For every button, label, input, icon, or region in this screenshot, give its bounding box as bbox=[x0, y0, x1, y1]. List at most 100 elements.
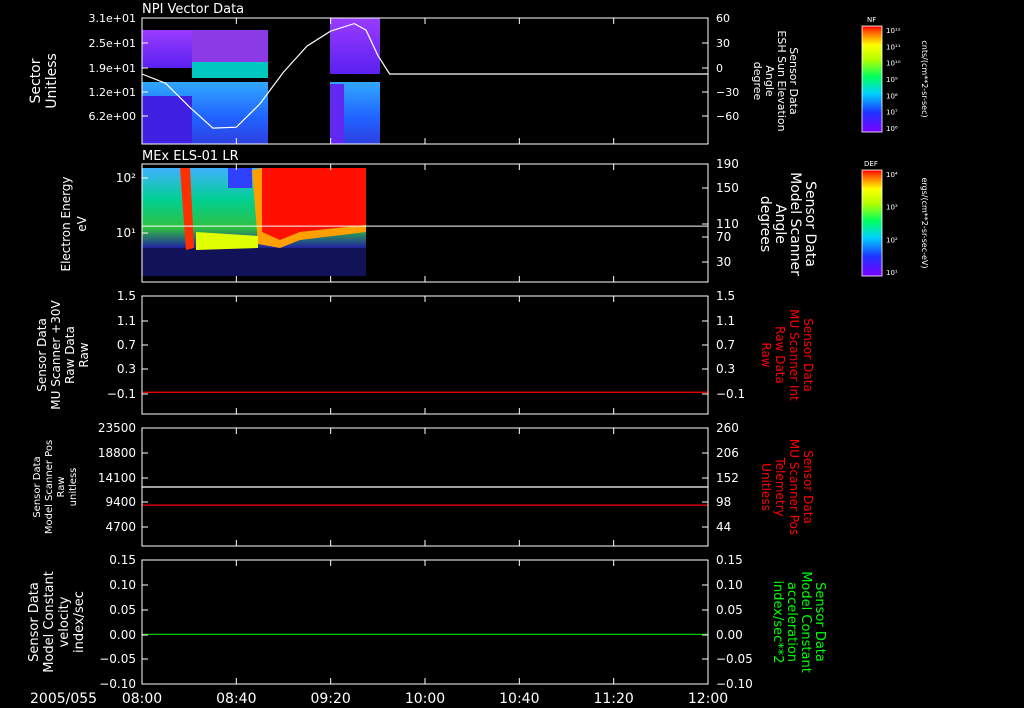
p3-rlabel-3: Raw Data bbox=[773, 326, 787, 384]
p5-rlabel-1: Sensor Data bbox=[812, 582, 827, 662]
els-rlabel-2: Model Scanner bbox=[787, 172, 803, 276]
time-tick-label: 10:40 bbox=[499, 691, 539, 707]
time-tick-label: 08:40 bbox=[216, 691, 256, 707]
time-tick-label: 11:20 bbox=[593, 691, 633, 707]
p3-ylabel-1: Sensor Data bbox=[35, 318, 49, 392]
p3-rlabel-4: Raw bbox=[759, 342, 773, 367]
npi-block2-bot-left bbox=[330, 84, 344, 144]
left-tick-label: 0.10 bbox=[109, 578, 136, 592]
p5-ylabel-4: index/sec bbox=[72, 591, 87, 653]
p5-rlabel-4: index/sec**2 bbox=[770, 580, 785, 663]
left-tick-label: 4700 bbox=[105, 520, 136, 534]
els-ylabel-1: Electron Energy bbox=[59, 176, 73, 271]
p5-rlabel-3: acceleration bbox=[784, 582, 799, 662]
p4-rlabel-3: Telemetry bbox=[773, 456, 787, 516]
panel-scanner-pos: 23500 18800 14100 9400 4700 260 206 152 98 44 Se… bbox=[32, 421, 815, 547]
right-tick-label: 30 bbox=[716, 255, 731, 269]
left-tick-label: 1.9e+01 bbox=[89, 62, 136, 75]
time-tick-label: 09:20 bbox=[310, 691, 350, 707]
left-tick-label: −0.1 bbox=[107, 387, 136, 401]
colorbar-tick-label: 10³ bbox=[886, 204, 898, 212]
p3-ylabel-2: MU Scanner +30V bbox=[49, 300, 63, 410]
time-tick-label: 12:00 bbox=[688, 691, 728, 707]
right-tick-label: 150 bbox=[716, 181, 739, 195]
right-tick-label: 60 bbox=[716, 12, 730, 25]
time-tick-label: 08:00 bbox=[122, 691, 162, 707]
right-tick-label: −60 bbox=[716, 110, 739, 123]
p5-rlabel-2: Model Constant bbox=[798, 571, 813, 673]
space-physics-figure: NPI Vector Data 3.1e+01 2.5e+01 1.9e+01 1.2… bbox=[27, 2, 929, 707]
npi-left-ticks: 3.1e+01 2.5e+01 1.9e+01 1.2e+01 6.2e+00 bbox=[89, 12, 148, 123]
colorbar-nf-label: NF bbox=[867, 16, 876, 24]
npi-block-top-left bbox=[142, 30, 192, 68]
right-tick-label: 152 bbox=[716, 471, 739, 485]
left-tick-label: 10² bbox=[116, 171, 136, 185]
p5-ylabel-3: velocity bbox=[57, 596, 72, 647]
colorbar-def-label: DEF bbox=[864, 160, 878, 168]
right-tick-label: 30 bbox=[716, 37, 730, 50]
colorbar-tick-label: 10⁸ bbox=[886, 92, 898, 100]
npi-ylabel-1: Sector bbox=[28, 58, 44, 103]
p4-rlabel-4: Unitless bbox=[759, 463, 773, 511]
p4-ylabel-1: Sensor Data bbox=[32, 456, 43, 517]
right-tick-label: 98 bbox=[716, 495, 731, 509]
p3-ylabel-3: Raw Data bbox=[63, 326, 77, 384]
p3-ylabel-4: Raw bbox=[77, 342, 91, 367]
p5-ylabel-1: Sensor Data bbox=[27, 582, 42, 662]
colorbar-nf: NF 10¹² 10¹¹ 10¹⁰ 10⁹ 10⁸ 10⁷ 10⁶ cnts/(cm**2-… bbox=[861, 16, 929, 133]
right-tick-label: 70 bbox=[716, 230, 731, 244]
left-tick-label: 0.15 bbox=[109, 553, 136, 567]
right-tick-label: 0.7 bbox=[716, 338, 735, 352]
p4-rlabel-2: MU Scanner Pos bbox=[787, 439, 801, 535]
right-tick-label: −0.05 bbox=[716, 652, 753, 666]
npi-rlabel-4: degree bbox=[751, 62, 764, 101]
colorbar-nf-units: cnts/(cm**2-sr-sec) bbox=[920, 40, 929, 117]
colorbar-def-ticks: 10⁴ 10³ 10² 10¹ bbox=[886, 171, 898, 277]
right-tick-label: 0.3 bbox=[716, 362, 735, 376]
left-tick-label: −0.10 bbox=[99, 677, 136, 691]
panel-npi: NPI Vector Data 3.1e+01 2.5e+01 1.9e+01 1.2… bbox=[28, 2, 800, 145]
npi-block2-top bbox=[330, 18, 380, 74]
right-tick-label: 0.00 bbox=[716, 628, 743, 642]
els-rlabel-1: Sensor Data bbox=[802, 181, 818, 267]
colorbar-tick-label: 10⁶ bbox=[886, 125, 898, 133]
els-low-energy-fringe bbox=[142, 248, 366, 276]
left-tick-label: 0.3 bbox=[117, 362, 136, 376]
colorbar-tick-label: 10¹¹ bbox=[886, 43, 901, 51]
p4-rlabel-1: Sensor Data bbox=[801, 450, 815, 524]
left-tick-label: 0.7 bbox=[117, 338, 136, 352]
panel-els: MEx ELS-01 LR 10² 10¹ 190 150 11070 30 Elect… bbox=[59, 149, 818, 283]
p4-ylabel-4: unitless bbox=[68, 468, 79, 507]
els-ylabel-2: eV bbox=[75, 215, 89, 231]
left-tick-label: 0.05 bbox=[109, 603, 136, 617]
left-tick-label: 2.5e+01 bbox=[89, 37, 136, 50]
right-tick-label: −0.1 bbox=[716, 387, 745, 401]
right-tick-label: 0 bbox=[716, 62, 723, 75]
p4-ylabel-3: Raw bbox=[56, 476, 67, 497]
left-tick-label: 1.1 bbox=[117, 314, 136, 328]
npi-block-top-right bbox=[192, 30, 268, 66]
left-tick-label: 3.1e+01 bbox=[89, 12, 136, 25]
right-tick-label: 190 bbox=[716, 157, 739, 171]
p4-ylabel-2: Model Scanner Pos bbox=[44, 440, 55, 534]
panel-model-constant: 0.150.100.050.00−0.05−0.10 0.150.100.050… bbox=[27, 553, 827, 691]
left-tick-label: 6.2e+00 bbox=[89, 110, 136, 123]
colorbar-tick-label: 10⁹ bbox=[886, 76, 898, 84]
p4-left-ticks: 23500 18800 14100 9400 4700 bbox=[98, 421, 148, 534]
colorbar-nf-bar bbox=[862, 26, 882, 132]
time-tick-labels: 08:00 08:40 09:20 10:00 10:40 11:20 12:00 bbox=[122, 691, 728, 707]
colorbar-tick-label: 10² bbox=[886, 236, 898, 244]
colorbar-tick-label: 10⁴ bbox=[886, 171, 898, 179]
els-heatmap bbox=[142, 168, 366, 276]
left-tick-label: 9400 bbox=[105, 495, 136, 509]
colorbar-nf-ticks: 10¹² 10¹¹ 10¹⁰ 10⁹ 10⁸ 10⁷ 10⁶ bbox=[886, 27, 901, 133]
right-tick-label: 0.15 bbox=[716, 553, 743, 567]
els-rlabel-3: Angle bbox=[772, 204, 788, 244]
npi-heatmap bbox=[142, 18, 380, 144]
panel-mu-scanner-raw: 1.5 1.1 0.7 0.3 −0.1 1.5 1.1 0.7 0.3 −0.1 Sensor… bbox=[35, 289, 815, 415]
panel-npi-title: NPI Vector Data bbox=[142, 2, 244, 17]
colorbar-def-units: ergs/(cm**2-sr-sec-eV) bbox=[920, 177, 929, 268]
left-tick-label: 14100 bbox=[98, 471, 136, 485]
left-tick-label: 1.5 bbox=[117, 289, 136, 303]
p5-right-ticks: 0.15 0.10 0.05 0.00 −0.05 −0.10 bbox=[702, 553, 753, 691]
